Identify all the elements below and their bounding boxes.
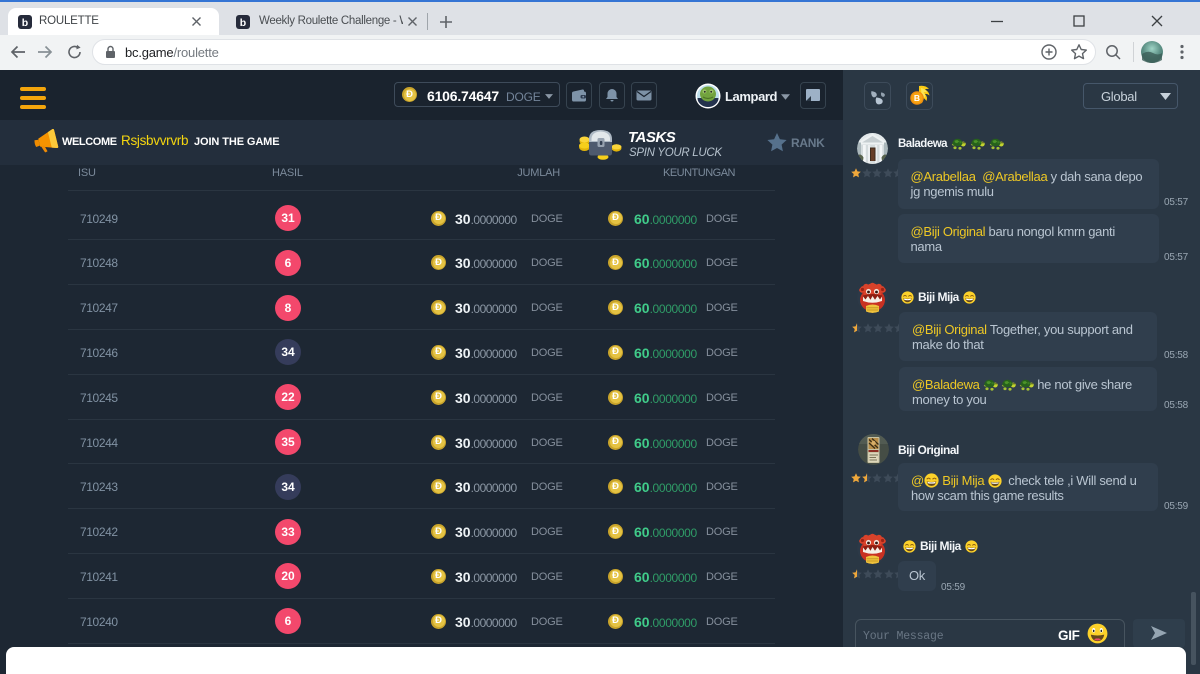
svg-text:b: b <box>240 17 246 29</box>
svg-text:B: B <box>914 93 920 103</box>
svg-text:b: b <box>22 17 28 29</box>
